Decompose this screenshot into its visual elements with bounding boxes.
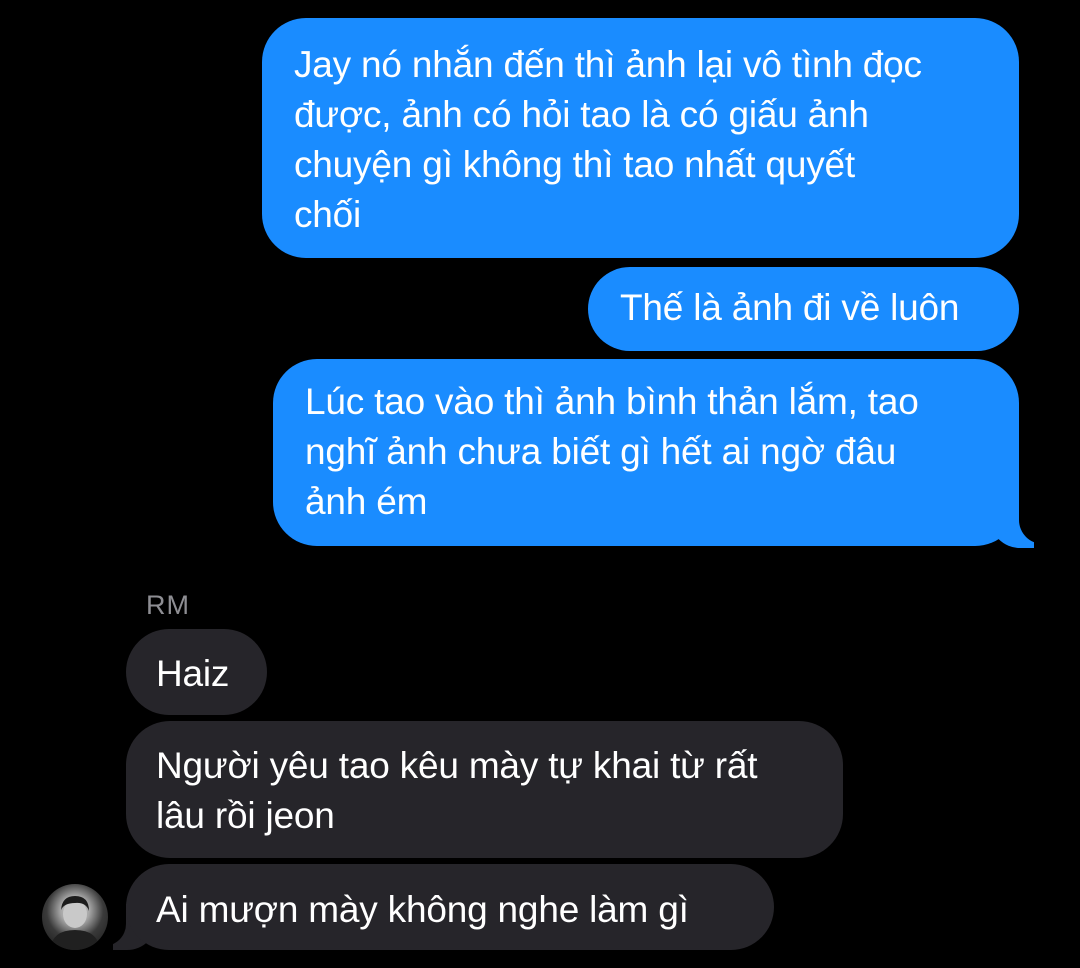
avatar-portrait-icon [50, 896, 100, 950]
incoming-message-bubble[interactable]: Haiz [126, 629, 267, 715]
sender-name-label: RM [146, 590, 190, 620]
incoming-message-bubble[interactable]: Ai mượn mày không nghe làm gì [126, 864, 774, 950]
bubble-tail-mask [1019, 480, 1059, 544]
outgoing-message-bubble[interactable]: Jay nó nhắn đến thì ảnh lại vô tình đọc … [262, 18, 1019, 258]
outgoing-message-bubble[interactable]: Lúc tao vào thì ảnh bình thản lắm, tao n… [273, 359, 1019, 546]
outgoing-message-bubble[interactable]: Thế là ảnh đi về luôn [588, 267, 1019, 351]
incoming-message-bubble[interactable]: Người yêu tao kêu mày tự khai từ rất lâu… [126, 721, 843, 858]
contact-avatar-icon[interactable] [42, 884, 108, 950]
